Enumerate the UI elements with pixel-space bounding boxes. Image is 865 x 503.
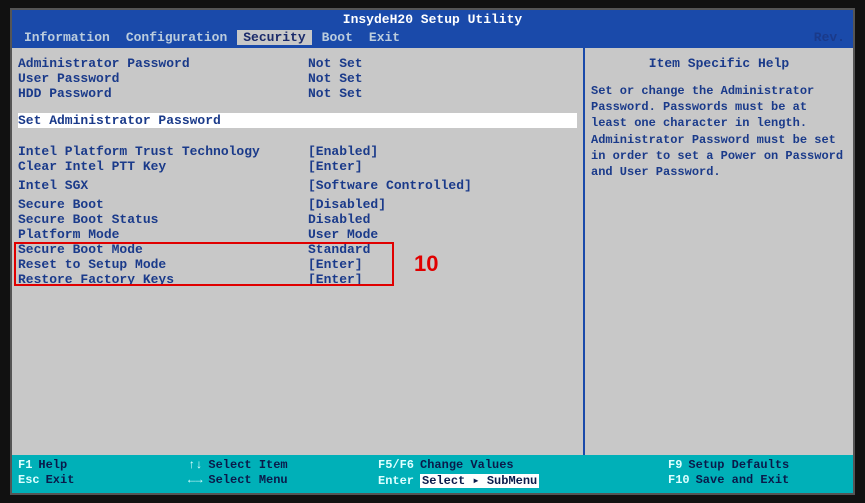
label-secure-boot-mode: Secure Boot Mode: [18, 242, 308, 257]
label-reset-setup-mode: Reset to Setup Mode: [18, 257, 308, 272]
value-reset-setup-mode: [Enter]: [308, 257, 363, 272]
value-iptt: [Enabled]: [308, 144, 378, 159]
value-secure-boot-mode: Standard: [308, 242, 370, 257]
value-platform-mode: User Mode: [308, 227, 378, 242]
help-body: Set or change the Administrator Password…: [591, 83, 847, 180]
label-restore-factory-keys: Restore Factory Keys: [18, 272, 308, 287]
settings-pane: Administrator Password Not Set User Pass…: [12, 48, 585, 455]
label-secure-boot: Secure Boot: [18, 197, 308, 212]
tab-exit[interactable]: Exit: [363, 30, 406, 45]
tab-information[interactable]: Information: [18, 30, 116, 45]
help-title: Item Specific Help: [591, 56, 847, 71]
label-platform-mode: Platform Mode: [18, 227, 308, 242]
hint-exit: EscExit: [18, 473, 188, 487]
row-restore-factory-keys[interactable]: Restore Factory Keys [Enter]: [18, 272, 577, 287]
value-sgx: [Software Controlled]: [308, 178, 472, 193]
tab-security[interactable]: Security: [237, 30, 311, 45]
label-clear-ptt: Clear Intel PTT Key: [18, 159, 308, 174]
row-reset-setup-mode[interactable]: Reset to Setup Mode [Enter]: [18, 257, 577, 272]
value-hdd-password: Not Set: [308, 86, 363, 101]
help-pane: Item Specific Help Set or change the Adm…: [585, 48, 853, 455]
label-iptt: Intel Platform Trust Technology: [18, 144, 308, 159]
bios-screen: InsydeH20 Setup Utility Information Conf…: [10, 8, 855, 495]
row-set-admin-password[interactable]: Set Administrator Password: [18, 113, 577, 128]
label-sgx: Intel SGX: [18, 178, 308, 193]
value-user-password: Not Set: [308, 71, 363, 86]
row-iptt[interactable]: Intel Platform Trust Technology [Enabled…: [18, 144, 577, 159]
label-admin-password: Administrator Password: [18, 56, 308, 71]
row-sgx[interactable]: Intel SGX [Software Controlled]: [18, 178, 577, 193]
tab-boot[interactable]: Boot: [316, 30, 359, 45]
label-hdd-password: HDD Password: [18, 86, 308, 101]
hint-save-exit: F10Save and Exit: [668, 473, 847, 487]
value-admin-password: Not Set: [308, 56, 363, 71]
utility-title: InsydeH20 Setup Utility: [343, 12, 522, 27]
value-secure-boot-status: Disabled: [308, 212, 370, 227]
menu-bar: Information Configuration Security Boot …: [12, 29, 853, 46]
row-secure-boot[interactable]: Secure Boot [Disabled]: [18, 197, 577, 212]
hint-change-values: F5/F6Change Values: [378, 458, 608, 472]
footer-hints: F1Help EscExit ↑↓Select Item ←→Select Me…: [12, 455, 853, 493]
label-set-admin-password: Set Administrator Password: [18, 113, 308, 128]
row-platform-mode: Platform Mode User Mode: [18, 227, 577, 242]
row-secure-boot-mode: Secure Boot Mode Standard: [18, 242, 577, 257]
revision-label: Rev.: [814, 30, 845, 45]
row-hdd-password: HDD Password Not Set: [18, 86, 577, 101]
label-user-password: User Password: [18, 71, 308, 86]
work-area: Administrator Password Not Set User Pass…: [12, 46, 853, 455]
title-bar: InsydeH20 Setup Utility: [12, 10, 853, 29]
row-admin-password: Administrator Password Not Set: [18, 56, 577, 71]
row-secure-boot-status: Secure Boot Status Disabled: [18, 212, 577, 227]
label-secure-boot-status: Secure Boot Status: [18, 212, 308, 227]
hint-setup-defaults: F9Setup Defaults: [668, 458, 847, 472]
hint-help: F1Help: [18, 458, 188, 472]
hint-enter-submenu: EnterSelect ▸ SubMenu: [378, 473, 608, 488]
tab-configuration[interactable]: Configuration: [120, 30, 233, 45]
row-clear-ptt[interactable]: Clear Intel PTT Key [Enter]: [18, 159, 577, 174]
value-clear-ptt: [Enter]: [308, 159, 363, 174]
value-secure-boot: [Disabled]: [308, 197, 386, 212]
value-restore-factory-keys: [Enter]: [308, 272, 363, 287]
row-user-password: User Password Not Set: [18, 71, 577, 86]
hint-select-item: ↑↓Select Item: [188, 458, 378, 472]
hint-select-menu: ←→Select Menu: [188, 473, 378, 487]
